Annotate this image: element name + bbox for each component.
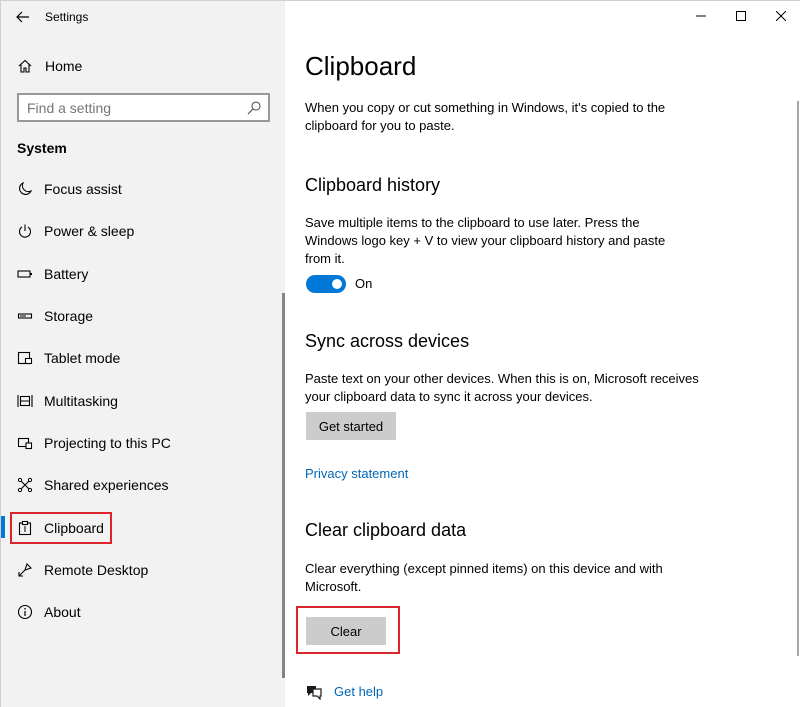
sidebar-item-focus-assist[interactable]: Focus assist	[1, 168, 285, 210]
back-arrow-icon	[16, 11, 29, 23]
projecting-icon	[17, 435, 33, 451]
search-box[interactable]	[17, 93, 270, 122]
close-button[interactable]	[761, 1, 800, 31]
sidebar-item-multitasking[interactable]: Multitasking	[1, 379, 285, 421]
sidebar-item-home[interactable]: Home	[1, 48, 285, 84]
battery-icon	[17, 266, 33, 282]
info-icon	[17, 604, 33, 620]
sidebar-item-storage[interactable]: Storage	[1, 295, 285, 337]
clear-highlight-box	[296, 606, 400, 654]
home-icon	[17, 58, 33, 74]
get-started-button[interactable]: Get started	[306, 412, 396, 440]
storage-icon	[17, 308, 33, 324]
sidebar-item-shared-experiences[interactable]: Shared experiences	[1, 464, 285, 506]
sidebar-item-about[interactable]: About	[1, 591, 285, 633]
sidebar-item-label: Multitasking	[44, 392, 118, 409]
sidebar-item-label: Focus assist	[44, 181, 122, 198]
sidebar-item-label: Power & sleep	[44, 223, 135, 240]
settings-window: Settings Home System Focus assist	[0, 0, 800, 707]
back-button[interactable]	[1, 1, 45, 33]
nav-list: Focus assist Power & sleep Battery Stora…	[1, 168, 285, 633]
tablet-icon	[17, 350, 33, 366]
clipboard-history-heading: Clipboard history	[305, 175, 441, 195]
page-title: Clipboard	[305, 51, 417, 81]
sidebar-item-label: Tablet mode	[44, 350, 121, 367]
sidebar-item-battery[interactable]: Battery	[1, 253, 285, 295]
sidebar-item-label: Remote Desktop	[44, 561, 149, 578]
sidebar: Settings Home System Focus assist	[1, 1, 285, 707]
power-icon	[17, 223, 33, 239]
window-controls	[681, 1, 800, 33]
sidebar-item-remote-desktop[interactable]: Remote Desktop	[1, 549, 285, 591]
sync-heading: Sync across devices	[305, 331, 470, 351]
clear-data-heading: Clear clipboard data	[305, 520, 467, 540]
intro-text: When you copy or cut something in Window…	[305, 100, 666, 133]
search-input[interactable]	[19, 99, 239, 116]
sidebar-item-label: Storage	[44, 308, 94, 325]
app-title: Settings	[45, 10, 89, 24]
sidebar-item-projecting[interactable]: Projecting to this PC	[1, 422, 285, 464]
sidebar-item-power-sleep[interactable]: Power & sleep	[1, 210, 285, 252]
multitasking-icon	[17, 393, 33, 409]
clipboard-highlight-box	[10, 512, 112, 544]
search-icon	[247, 101, 261, 115]
sidebar-item-label: Battery	[44, 265, 89, 282]
section-label-system: System	[17, 140, 67, 156]
title-bar: Settings	[1, 1, 285, 33]
help-icon	[307, 686, 322, 700]
sidebar-item-tablet-mode[interactable]: Tablet mode	[1, 337, 285, 379]
clipboard-history-toggle[interactable]	[306, 275, 346, 293]
toggle-knob	[332, 279, 342, 289]
minimize-icon	[696, 15, 706, 17]
clipboard-history-description: Save multiple items to the clipboard to …	[305, 215, 666, 266]
main-content: Clipboard When you copy or cut something…	[285, 1, 800, 707]
maximize-button[interactable]	[721, 1, 761, 31]
sidebar-item-label: About	[44, 604, 81, 621]
minimize-button[interactable]	[681, 1, 721, 31]
remote-desktop-icon	[17, 562, 33, 578]
main-scrollbar[interactable]	[797, 101, 799, 656]
toggle-state-label: On	[355, 276, 373, 291]
maximize-icon	[736, 11, 746, 21]
home-label: Home	[45, 58, 83, 74]
clear-data-description: Clear everything (except pinned items) o…	[305, 561, 663, 594]
sync-description: Paste text on your other devices. When t…	[305, 371, 699, 404]
close-icon	[776, 11, 786, 21]
moon-icon	[17, 181, 33, 197]
get-help-link[interactable]: Get help	[334, 684, 383, 699]
sidebar-item-label: Projecting to this PC	[44, 434, 171, 451]
shared-icon	[17, 477, 33, 493]
sidebar-item-label: Shared experiences	[44, 477, 169, 494]
privacy-statement-link[interactable]: Privacy statement	[305, 466, 408, 481]
